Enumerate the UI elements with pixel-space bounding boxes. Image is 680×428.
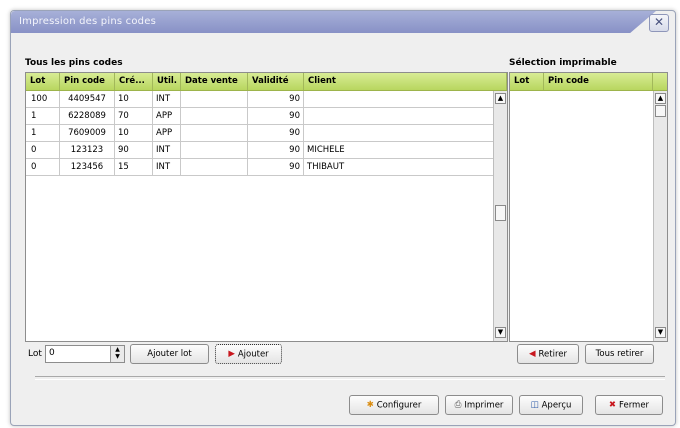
table-cell: INT <box>153 91 181 107</box>
table-cell: 100 <box>26 91 60 107</box>
table-cell: 90 <box>248 159 304 175</box>
column-header[interactable]: Date vente <box>181 73 248 90</box>
table-cell: 6228089 <box>60 108 115 124</box>
table-cell: 4409547 <box>60 91 115 107</box>
close-red-icon: ✖ <box>608 400 617 410</box>
table-cell <box>304 91 507 107</box>
lot-label: Lot <box>28 349 42 359</box>
printable-selection-label: Sélection imprimable <box>509 58 617 68</box>
table-cell: 70 <box>115 108 153 124</box>
table-row[interactable]: 1 6228089 70 APP 90 <box>26 108 507 125</box>
table-cell: INT <box>153 159 181 175</box>
table-cell: APP <box>153 108 181 124</box>
table-row[interactable]: 0 123123 90 INT 90 MICHELE <box>26 142 507 159</box>
add-lot-button[interactable]: Ajouter lot <box>130 344 209 364</box>
table-cell: 0 <box>26 142 60 158</box>
table-cell: 123123 <box>60 142 115 158</box>
printable-table-header: Lot Pin code <box>510 73 667 91</box>
scrollbar-thumb[interactable] <box>495 205 506 221</box>
table-cell: MICHELE <box>304 142 507 158</box>
configure-label: Configurer <box>376 400 422 411</box>
table-cell: 123456 <box>60 159 115 175</box>
scroll-up-icon[interactable]: ▲ <box>655 93 666 104</box>
all-pins-label: Tous les pins codes <box>25 58 123 68</box>
preview-button[interactable]: ◫ Aperçu <box>519 395 583 415</box>
add-lot-label: Ajouter lot <box>147 349 192 359</box>
table-cell <box>181 125 248 141</box>
table-cell: 0 <box>26 159 60 175</box>
scroll-up-icon[interactable]: ▲ <box>495 93 506 104</box>
all-pins-table[interactable]: Lot Pin code Cré... Util. Date vente Validité… <box>25 72 508 342</box>
configure-icon: ✱ <box>366 400 374 410</box>
column-header[interactable]: Pin code <box>544 73 653 90</box>
all-pins-scrollbar[interactable]: ▲ ▼ <box>493 91 507 341</box>
printable-scrollbar[interactable]: ▲ ▼ <box>653 91 667 341</box>
scrollbar-thumb[interactable] <box>655 105 666 117</box>
print-label: Imprimer <box>464 400 504 411</box>
table-cell: 90 <box>248 142 304 158</box>
configure-button[interactable]: ✱ Configurer <box>349 395 439 415</box>
column-header[interactable]: Lot <box>510 73 544 90</box>
table-cell: 1 <box>26 108 60 124</box>
arrow-left-icon: ◀ <box>528 349 536 359</box>
print-button[interactable]: ⎙ Imprimer <box>445 395 513 415</box>
table-cell: 7609009 <box>60 125 115 141</box>
title-bar: Impression des pins codes ✕ <box>11 11 675 33</box>
column-header[interactable]: Pin code <box>60 73 115 90</box>
preview-label: Aperçu <box>541 400 572 411</box>
remove-all-label: Tous retirer <box>595 349 644 359</box>
divider <box>35 376 665 380</box>
add-button[interactable]: ▶ Ajouter <box>215 344 282 364</box>
window-title: Impression des pins codes <box>19 16 156 27</box>
table-cell <box>181 159 248 175</box>
table-cell: 90 <box>248 125 304 141</box>
column-header[interactable]: Lot <box>26 73 60 90</box>
column-header[interactable]: Cré... <box>115 73 153 90</box>
add-label: Ajouter <box>237 349 269 360</box>
close-button[interactable]: ✖ Fermer <box>595 395 663 415</box>
column-header[interactable]: Util. <box>153 73 181 90</box>
table-row[interactable]: 100 4409547 10 INT 90 <box>26 91 507 108</box>
close-icon: ✕ <box>653 15 665 29</box>
lot-spinner[interactable]: 0 ▲ ▼ <box>45 345 125 363</box>
all-pins-table-header: Lot Pin code Cré... Util. Date vente Validité… <box>26 73 507 91</box>
table-cell: APP <box>153 125 181 141</box>
remove-all-button[interactable]: Tous retirer <box>585 344 654 364</box>
arrow-right-icon: ▶ <box>228 349 235 359</box>
column-header[interactable]: Validité <box>248 73 304 90</box>
table-row[interactable]: 1 7609009 10 APP 90 <box>26 125 507 142</box>
printer-icon: ⎙ <box>454 400 462 410</box>
remove-button[interactable]: ◀ Retirer <box>517 344 579 364</box>
scroll-down-icon[interactable]: ▼ <box>495 327 506 338</box>
table-cell: 10 <box>115 125 153 141</box>
table-cell <box>304 108 507 124</box>
table-cell: INT <box>153 142 181 158</box>
close-label: Fermer <box>619 400 650 411</box>
table-row[interactable]: 0 123456 15 INT 90 THIBAUT <box>26 159 507 176</box>
table-cell: 1 <box>26 125 60 141</box>
table-cell <box>181 91 248 107</box>
table-cell: 90 <box>248 91 304 107</box>
all-pins-table-body: 100 4409547 10 INT 90 1 6228089 70 APP 90 1 7609009… <box>26 91 507 176</box>
table-cell <box>181 108 248 124</box>
spinner-icon[interactable]: ▲ ▼ <box>110 346 124 362</box>
remove-label: Retirer <box>538 349 568 360</box>
print-pin-codes-window: Impression des pins codes ✕ Tous les pin… <box>10 10 676 426</box>
scroll-down-icon[interactable]: ▼ <box>655 327 666 338</box>
table-cell: 90 <box>248 108 304 124</box>
printable-selection-table[interactable]: Lot Pin code ▲ ▼ <box>509 72 668 342</box>
table-cell: 10 <box>115 91 153 107</box>
table-cell: THIBAUT <box>304 159 507 175</box>
table-cell: 15 <box>115 159 153 175</box>
table-cell: 90 <box>115 142 153 158</box>
table-cell <box>181 142 248 158</box>
column-header[interactable]: Client <box>304 73 507 90</box>
preview-icon: ◫ <box>530 400 539 410</box>
table-cell <box>304 125 507 141</box>
lot-input-value[interactable]: 0 <box>49 348 55 358</box>
close-window-button[interactable]: ✕ <box>649 14 669 32</box>
